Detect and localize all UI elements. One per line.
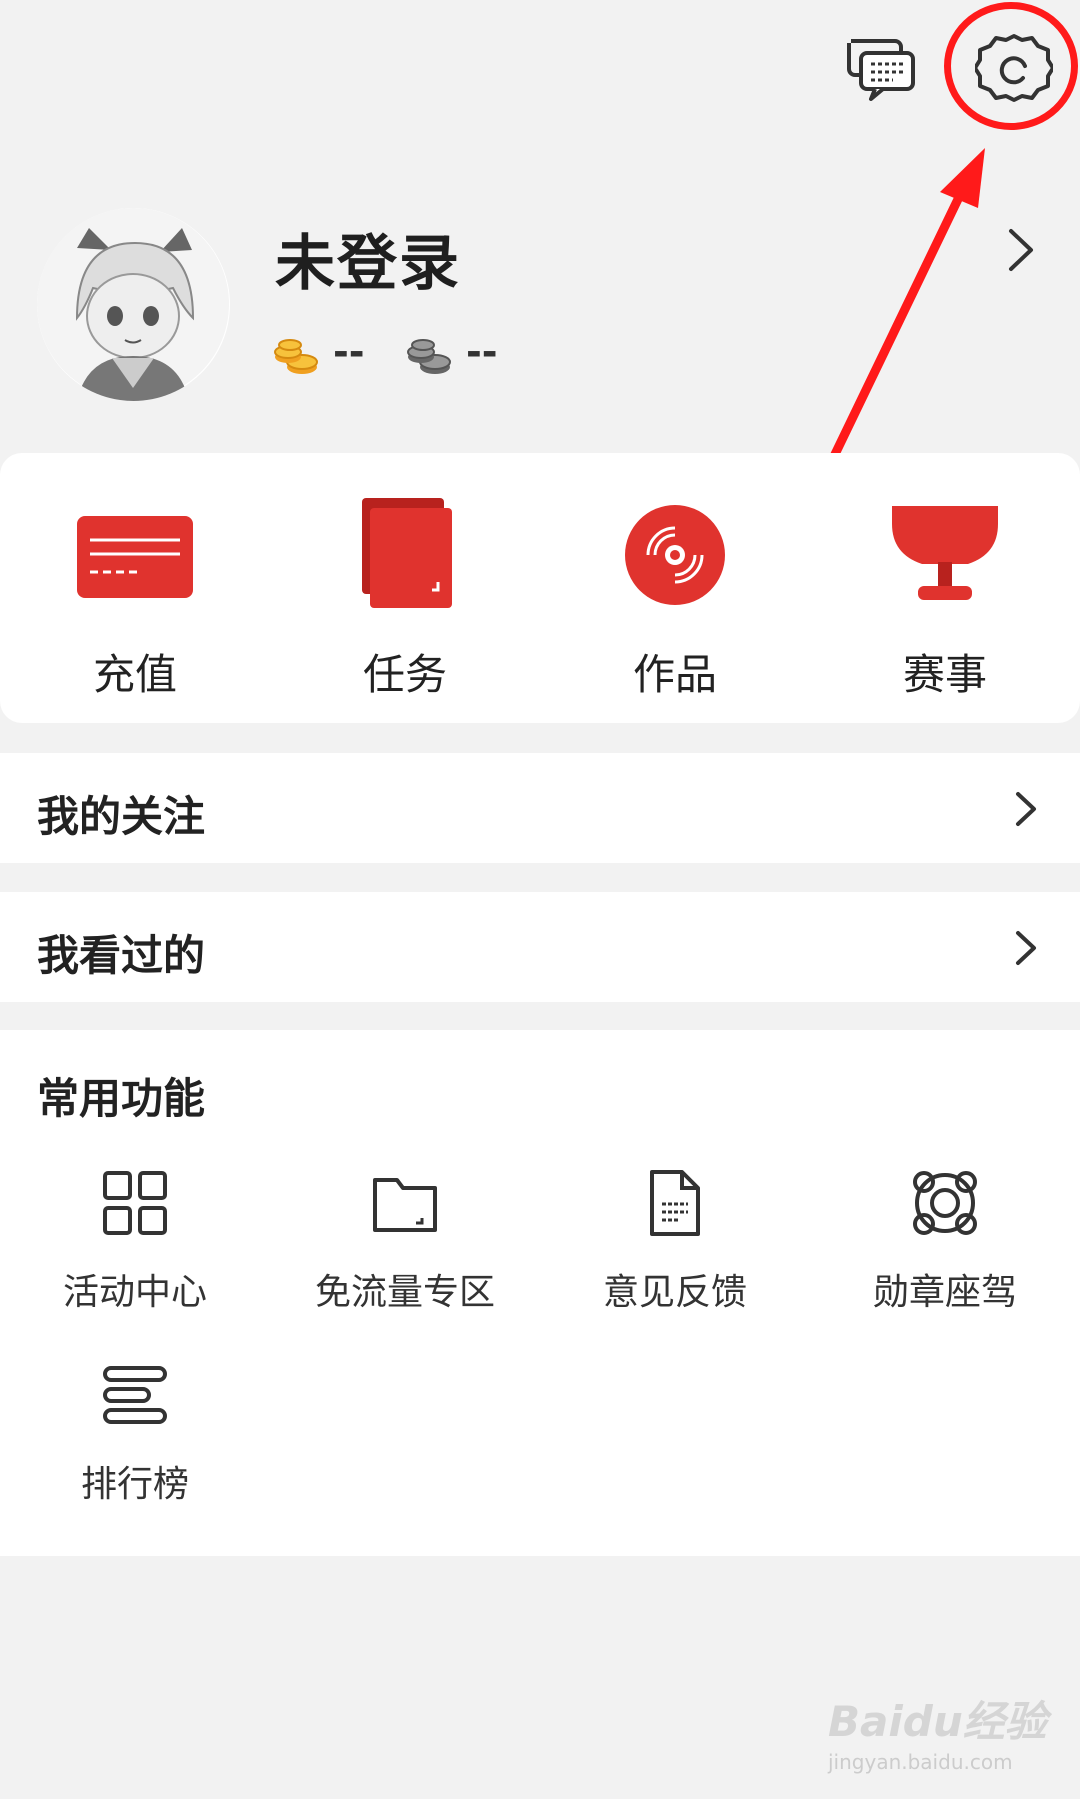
func-activity-center[interactable]: 活动中心 <box>0 1168 270 1348</box>
folder-icon <box>370 1168 440 1238</box>
quick-actions-card: 充值 任务 作品 赛事 <box>0 453 1080 723</box>
disc-icon <box>610 498 740 608</box>
gold-coins-value: -- <box>333 330 365 374</box>
row-my-following[interactable]: 我的关注 <box>0 753 1080 863</box>
messages-icon[interactable] <box>845 33 917 105</box>
profile-chevron-right-icon[interactable] <box>1005 225 1037 275</box>
row-label: 我的关注 <box>37 792 206 841</box>
trophy-icon <box>880 498 1010 608</box>
document-icon <box>640 1168 710 1238</box>
func-label: 免流量专区 <box>314 1272 495 1313</box>
func-free-data-zone[interactable]: 免流量专区 <box>270 1168 540 1348</box>
avatar[interactable] <box>37 208 230 401</box>
func-leaderboard[interactable]: 排行榜 <box>0 1360 270 1540</box>
quick-action-label: 作品 <box>632 650 717 699</box>
annotation-highlight-circle <box>944 2 1078 130</box>
common-functions-panel: 常用功能 活动中心 免流量专区 意见反馈 勋章座驾 排行榜 <box>0 1030 1080 1556</box>
watermark-logo: Baidu经验 <box>828 1697 1047 1746</box>
common-functions-title: 常用功能 <box>37 1074 206 1123</box>
func-label: 意见反馈 <box>602 1272 747 1313</box>
list-icon <box>100 1360 170 1430</box>
row-viewed-history[interactable]: 我看过的 <box>0 892 1080 1002</box>
quick-action-label: 赛事 <box>902 650 987 699</box>
lifebuoy-icon <box>910 1168 980 1238</box>
task-icon <box>340 498 470 608</box>
func-label: 勋章座驾 <box>872 1272 1017 1313</box>
quick-action-events[interactable]: 赛事 <box>810 453 1080 723</box>
quick-action-label: 任务 <box>362 650 447 699</box>
chevron-right-icon <box>1013 928 1039 968</box>
username-label[interactable]: 未登录 <box>275 215 461 302</box>
func-medals-mounts[interactable]: 勋章座驾 <box>810 1168 1080 1348</box>
quick-action-task[interactable]: 任务 <box>270 453 540 723</box>
func-label: 排行榜 <box>80 1464 189 1505</box>
quick-action-label: 充值 <box>92 650 177 699</box>
chevron-right-icon <box>1013 789 1039 829</box>
quick-action-works[interactable]: 作品 <box>540 453 810 723</box>
row-label: 我看过的 <box>37 931 206 980</box>
silver-coins-value: -- <box>466 330 498 374</box>
watermark-url: jingyan.baidu.com <box>828 1750 1013 1774</box>
func-label: 活动中心 <box>62 1272 207 1313</box>
func-feedback[interactable]: 意见反馈 <box>540 1168 810 1348</box>
gold-coins-icon <box>272 335 320 377</box>
quick-action-recharge[interactable]: 充值 <box>0 453 270 723</box>
grid-icon <box>100 1168 170 1238</box>
recharge-card-icon <box>70 498 200 608</box>
silver-coins-icon <box>405 335 453 377</box>
